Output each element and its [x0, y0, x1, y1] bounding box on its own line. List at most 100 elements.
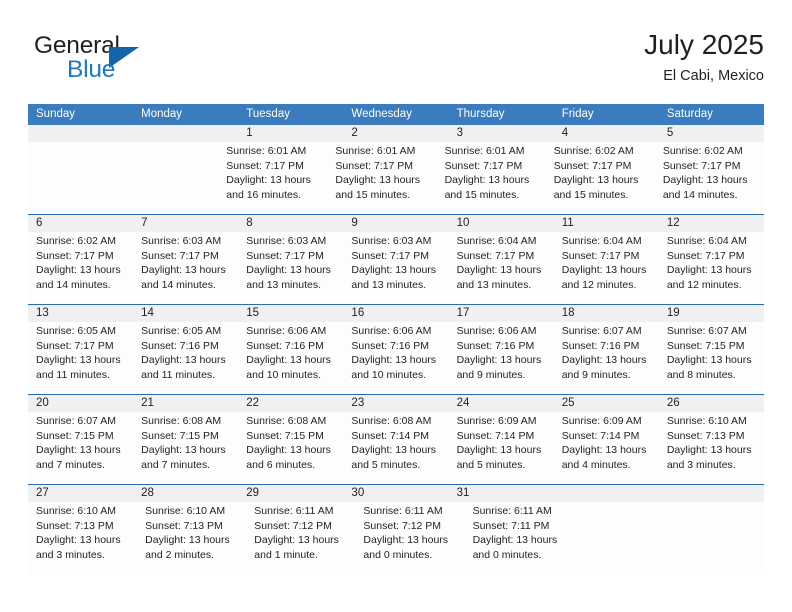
- day-number-8[interactable]: 8: [238, 215, 343, 232]
- day-cell[interactable]: Sunrise: 6:05 AM Sunset: 7:17 PM Daylight:…: [28, 322, 133, 394]
- day-number-26[interactable]: 26: [659, 395, 764, 412]
- day-number-9[interactable]: 9: [343, 215, 448, 232]
- sunrise-text: Sunrise: 6:03 AM: [351, 235, 432, 247]
- day-number-25[interactable]: 25: [554, 395, 659, 412]
- day-number-13[interactable]: 13: [28, 305, 133, 322]
- day-cell[interactable]: Sunrise: 6:06 AM Sunset: 7:16 PM Daylight:…: [449, 322, 554, 394]
- day-number-19[interactable]: 19: [659, 305, 764, 322]
- day-cell[interactable]: Sunrise: 6:07 AM Sunset: 7:15 PM Daylight:…: [28, 412, 133, 484]
- sunset-text: Sunset: 7:17 PM: [141, 249, 219, 262]
- sunrise-text: Sunrise: 6:04 AM: [666, 235, 747, 247]
- day-number-24[interactable]: 24: [449, 395, 554, 412]
- day-cell[interactable]: Sunrise: 6:05 AM Sunset: 7:16 PM Daylight:…: [133, 322, 238, 394]
- day-cell[interactable]: Sunrise: 6:08 AM Sunset: 7:15 PM Daylight:…: [133, 412, 238, 484]
- day-cell[interactable]: Sunrise: 6:10 AM Sunset: 7:13 PM Daylight:…: [137, 502, 246, 574]
- day-number-21[interactable]: 21: [133, 395, 238, 412]
- sunset-text: Sunset: 7:17 PM: [553, 159, 632, 172]
- day-cell[interactable]: Sunrise: 6:06 AM Sunset: 7:16 PM Daylight:…: [238, 322, 343, 394]
- day-number-17[interactable]: 17: [449, 305, 554, 322]
- day-cell[interactable]: Sunrise: 6:10 AM Sunset: 7:13 PM Daylight:…: [28, 502, 137, 574]
- day-cell[interactable]: Sunrise: 6:01 AM Sunset: 7:17 PM Daylight:…: [218, 142, 327, 214]
- sunset-text: Sunset: 7:17 PM: [561, 249, 640, 262]
- title-block: July 2025 El Cabi, Mexico: [644, 28, 764, 86]
- day-cell[interactable]: Sunrise: 6:09 AM Sunset: 7:14 PM Daylight:…: [449, 412, 554, 484]
- page-title: July 2025: [644, 29, 764, 60]
- day-cell[interactable]: Sunrise: 6:04 AM Sunset: 7:17 PM Daylight:…: [449, 232, 554, 304]
- weekday-header-wednesday: Wednesday: [351, 108, 412, 120]
- calendar-page: General Blue July 2025 El Cabi, Mexico S…: [0, 0, 792, 612]
- day-cell[interactable]: Sunrise: 6:01 AM Sunset: 7:17 PM Daylight:…: [437, 142, 546, 214]
- day-number-12[interactable]: 12: [659, 215, 764, 232]
- weekday-header-friday: Friday: [561, 108, 594, 120]
- day-number-29[interactable]: 29: [238, 485, 343, 502]
- daylight-text-line2: and 12 minutes.: [666, 278, 742, 291]
- daylight-text-line1: Daylight: 13 hours: [444, 174, 530, 187]
- day-cell[interactable]: Sunrise: 6:10 AM Sunset: 7:13 PM Daylight:…: [659, 412, 764, 484]
- day-cell[interactable]: Sunrise: 6:07 AM Sunset: 7:15 PM Daylight:…: [659, 322, 764, 394]
- sunrise-text: Sunrise: 6:05 AM: [36, 325, 116, 337]
- day-number-5[interactable]: 5: [659, 125, 764, 142]
- day-cell[interactable]: Sunrise: 6:02 AM Sunset: 7:17 PM Daylight:…: [546, 142, 655, 214]
- day-number-14[interactable]: 14: [133, 305, 238, 322]
- daylight-text-line2: and 13 minutes.: [246, 278, 321, 291]
- sunset-text: Sunset: 7:14 PM: [351, 429, 430, 442]
- day-cell[interactable]: Sunrise: 6:04 AM Sunset: 7:17 PM Daylight:…: [659, 232, 764, 304]
- day-cell[interactable]: Sunrise: 6:11 AM Sunset: 7:12 PM Daylight:…: [246, 502, 355, 574]
- weekday-header-tuesday: Tuesday: [246, 108, 290, 120]
- sunrise-text: Sunrise: 6:10 AM: [666, 415, 747, 427]
- calendar-week-row: 20 21 22 23 24 25 26 Sunrise: 6:07 AM Sunset: 7:…: [28, 394, 764, 484]
- sunset-text: Sunset: 7:17 PM: [335, 159, 414, 172]
- day-cell[interactable]: Sunrise: 6:02 AM Sunset: 7:17 PM Daylight:…: [28, 232, 133, 304]
- daylight-text-line1: Daylight: 13 hours: [226, 174, 311, 187]
- daylight-text-line1: Daylight: 13 hours: [666, 444, 752, 457]
- day-number-3[interactable]: 3: [449, 125, 554, 142]
- general-blue-logo[interactable]: General Blue: [34, 32, 264, 88]
- day-cell[interactable]: Sunrise: 6:07 AM Sunset: 7:16 PM Daylight:…: [554, 322, 659, 394]
- day-number-20[interactable]: 20: [28, 395, 133, 412]
- sunrise-text: Sunrise: 6:01 AM: [444, 145, 525, 157]
- sunrise-text: Sunrise: 6:11 AM: [363, 505, 443, 517]
- daylight-text-line2: and 5 minutes.: [456, 458, 526, 471]
- daylight-text-line2: and 11 minutes.: [36, 368, 110, 381]
- day-number-16[interactable]: 16: [343, 305, 448, 322]
- day-number-empty: [133, 125, 238, 142]
- day-number-band: 13 14 15 16 17 18 19: [28, 305, 764, 322]
- day-number-31[interactable]: 31: [449, 485, 554, 502]
- day-number-1[interactable]: 1: [238, 125, 343, 142]
- daylight-text-line1: Daylight: 13 hours: [472, 534, 558, 547]
- day-number-23[interactable]: 23: [343, 395, 448, 412]
- day-cell[interactable]: Sunrise: 6:03 AM Sunset: 7:17 PM Daylight:…: [133, 232, 238, 304]
- day-number-18[interactable]: 18: [554, 305, 659, 322]
- daylight-text-line2: and 14 minutes.: [141, 278, 216, 291]
- day-number-empty: [659, 485, 764, 502]
- sunrise-text: Sunrise: 6:06 AM: [456, 325, 537, 337]
- day-number-15[interactable]: 15: [238, 305, 343, 322]
- day-number-4[interactable]: 4: [554, 125, 659, 142]
- day-number-2[interactable]: 2: [343, 125, 448, 142]
- day-number-7[interactable]: 7: [133, 215, 238, 232]
- day-number-6[interactable]: 6: [28, 215, 133, 232]
- daylight-text-line1: Daylight: 13 hours: [141, 354, 226, 367]
- day-cell[interactable]: Sunrise: 6:11 AM Sunset: 7:12 PM Daylight:…: [355, 502, 464, 574]
- day-cells-row: Sunrise: 6:05 AM Sunset: 7:17 PM Daylight:…: [28, 322, 764, 394]
- day-number-10[interactable]: 10: [449, 215, 554, 232]
- day-cell[interactable]: Sunrise: 6:03 AM Sunset: 7:17 PM Daylight:…: [343, 232, 448, 304]
- sunrise-text: Sunrise: 6:02 AM: [662, 145, 743, 157]
- day-cell[interactable]: Sunrise: 6:04 AM Sunset: 7:17 PM Daylight:…: [554, 232, 659, 304]
- day-cell[interactable]: Sunrise: 6:09 AM Sunset: 7:14 PM Daylight:…: [554, 412, 659, 484]
- day-number-28[interactable]: 28: [133, 485, 238, 502]
- day-cell[interactable]: Sunrise: 6:03 AM Sunset: 7:17 PM Daylight:…: [238, 232, 343, 304]
- sunrise-text: Sunrise: 6:03 AM: [246, 235, 327, 247]
- day-cell[interactable]: Sunrise: 6:06 AM Sunset: 7:16 PM Daylight:…: [343, 322, 448, 394]
- day-number-11[interactable]: 11: [554, 215, 659, 232]
- day-cell[interactable]: Sunrise: 6:01 AM Sunset: 7:17 PM Daylight:…: [327, 142, 436, 214]
- day-number-22[interactable]: 22: [238, 395, 343, 412]
- daylight-text-line2: and 2 minutes.: [145, 548, 215, 561]
- day-cell[interactable]: Sunrise: 6:08 AM Sunset: 7:14 PM Daylight:…: [343, 412, 448, 484]
- day-cell[interactable]: Sunrise: 6:11 AM Sunset: 7:11 PM Daylight:…: [465, 502, 574, 574]
- sunrise-text: Sunrise: 6:02 AM: [36, 235, 116, 247]
- day-cell[interactable]: Sunrise: 6:08 AM Sunset: 7:15 PM Daylight:…: [238, 412, 343, 484]
- day-number-30[interactable]: 30: [343, 485, 448, 502]
- day-cell[interactable]: Sunrise: 6:02 AM Sunset: 7:17 PM Daylight:…: [655, 142, 764, 214]
- day-number-27[interactable]: 27: [28, 485, 133, 502]
